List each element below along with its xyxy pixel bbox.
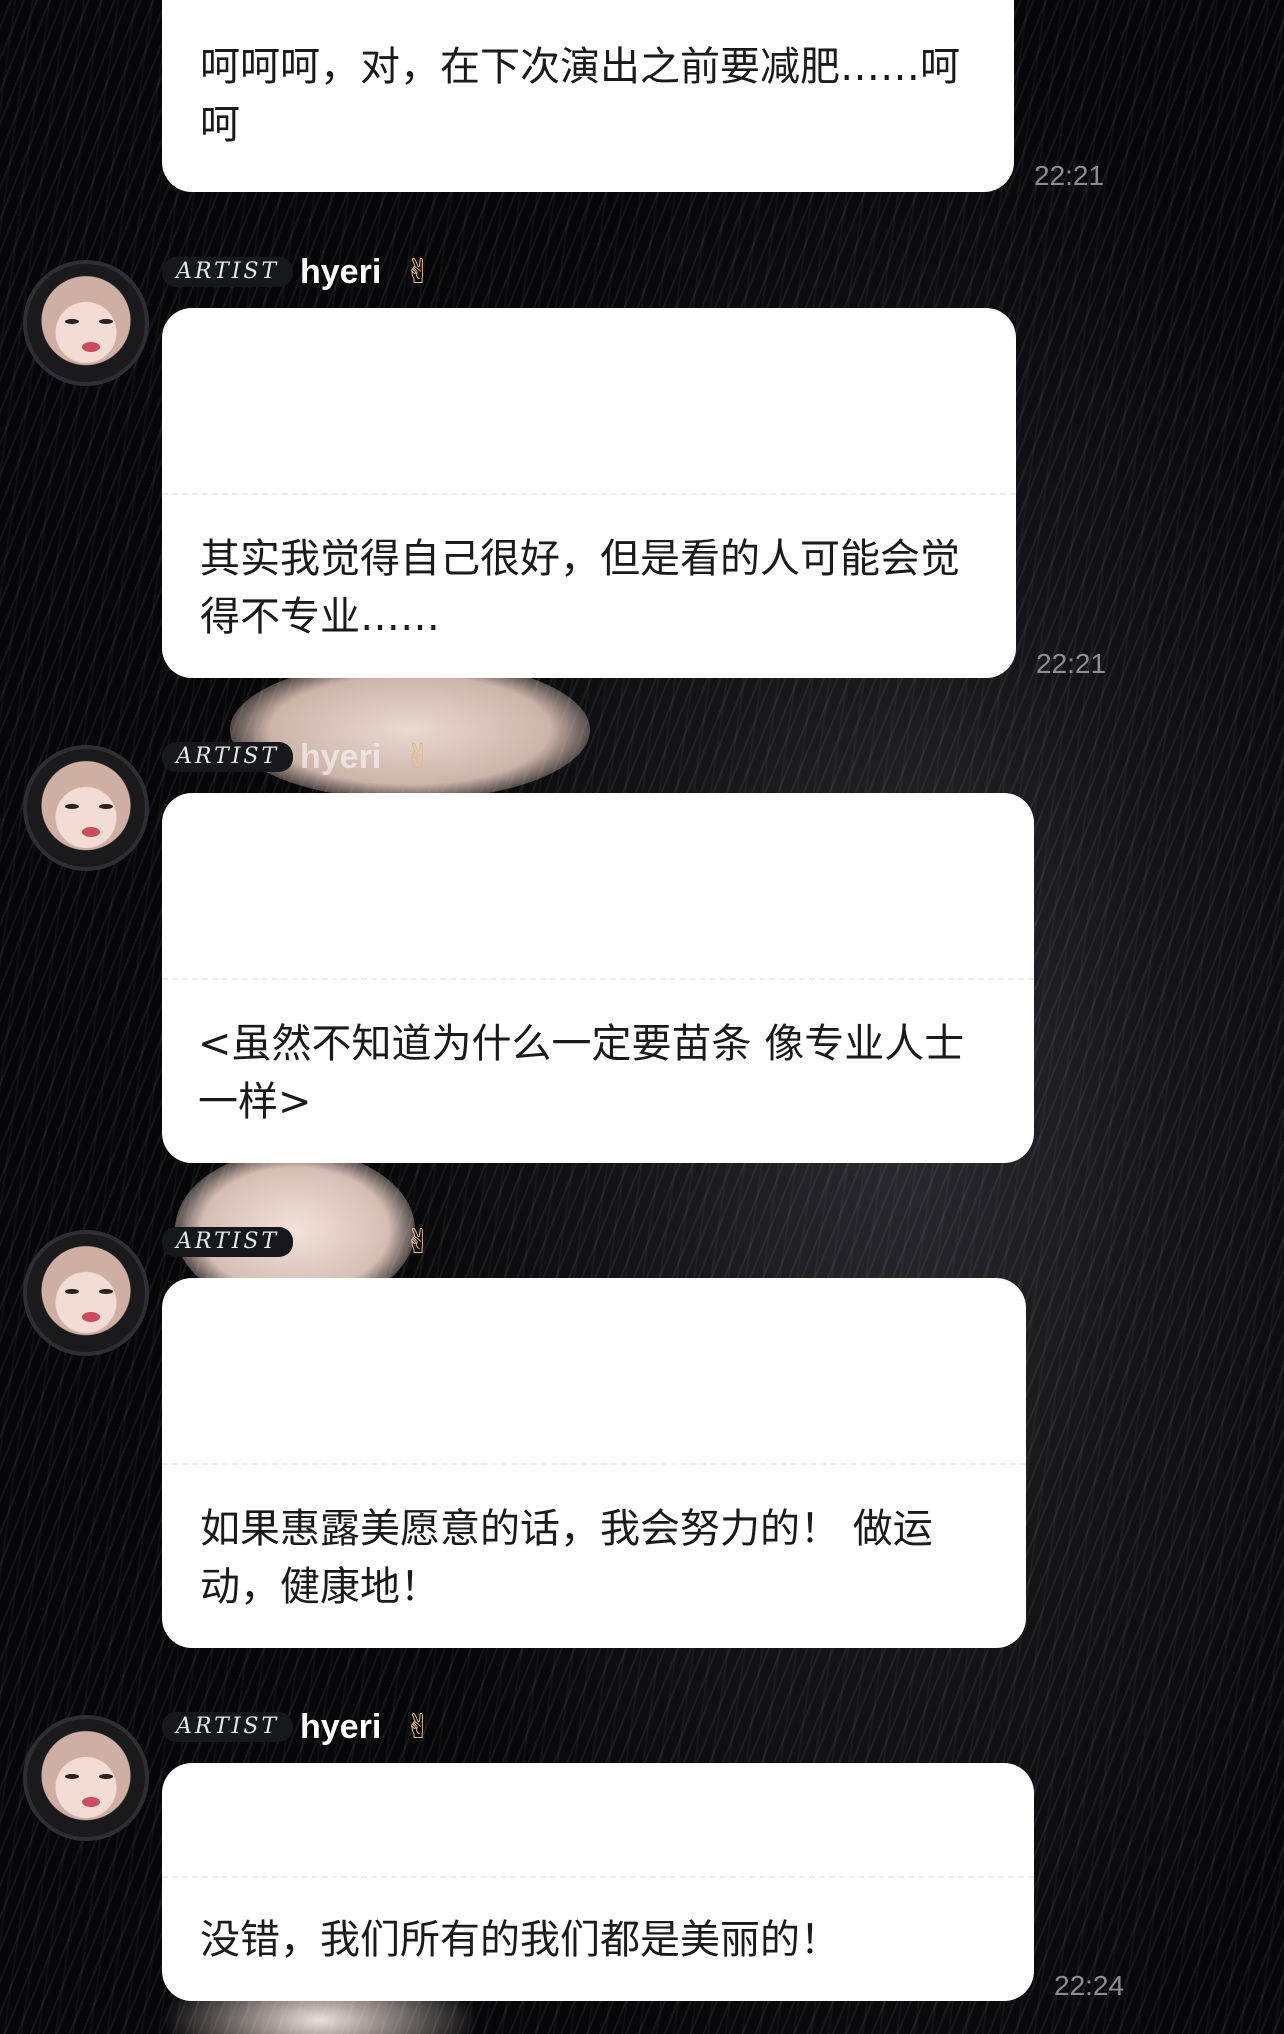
message-text: <虽然不知道为什么一定要苗条 像专业人士一样> (198, 1021, 965, 1125)
peace-sign-icon: ✌ (404, 737, 433, 777)
message-bubble[interactable]: 如果惠露美愿意的话，我会努力的！ 做运动，健康地！ (162, 1278, 1026, 1648)
avatar-eye (65, 804, 79, 809)
bubble-divider (162, 493, 1016, 495)
avatar-eye (99, 804, 113, 809)
message-time: 22:21 (1034, 160, 1105, 191)
message-bubble[interactable]: 没错，我们所有的我们都是美丽的！ (162, 1763, 1034, 2001)
message-text: 呵呵呵，对，在下次演出之前要减肥……呵呵 (200, 44, 960, 148)
message-bubble[interactable]: <虽然不知道为什么一定要苗条 像专业人士一样> (162, 793, 1034, 1163)
artist-badge: ARTIST (162, 257, 294, 287)
peace-sign-icon: ✌ (404, 252, 433, 292)
message-bubble[interactable]: 呵呵呵，对，在下次演出之前要减肥……呵呵 (162, 0, 1014, 192)
forehead-region (230, 660, 590, 800)
sender-name[interactable]: hyeri (300, 252, 381, 292)
sender-name[interactable]: hyeri (300, 737, 381, 777)
bubble-divider (162, 1876, 1034, 1878)
avatar[interactable] (23, 1230, 149, 1356)
message-text: 如果惠露美愿意的话，我会努力的！ 做运动，健康地！ (200, 1506, 933, 1610)
artist-badge: ARTIST (162, 1227, 294, 1257)
avatar-lips (82, 1797, 100, 1807)
avatar-eye (99, 1774, 113, 1779)
message-text: 其实我觉得自己很好，但是看的人可能会觉得不专业…… (200, 536, 960, 640)
bubble-divider (162, 1463, 1026, 1465)
avatar-lips (82, 342, 100, 352)
peace-sign-icon: ✌ (404, 1222, 433, 1262)
avatar-eye (99, 319, 113, 324)
message-time: 22:21 (1036, 648, 1107, 679)
artist-badge: ARTIST (162, 742, 294, 772)
avatar[interactable] (23, 745, 149, 871)
avatar[interactable] (23, 260, 149, 386)
avatar-eye (65, 1289, 79, 1294)
avatar-eye (65, 319, 79, 324)
message-bubble[interactable]: 其实我觉得自己很好，但是看的人可能会觉得不专业…… (162, 308, 1016, 678)
message-time: 22:24 (1054, 1970, 1125, 2001)
avatar-lips (82, 827, 100, 837)
peace-sign-icon: ✌ (404, 1707, 433, 1747)
message-text: 没错，我们所有的我们都是美丽的！ (200, 1917, 840, 1963)
sender-name[interactable]: hyeri (300, 1707, 381, 1747)
avatar-eye (99, 1289, 113, 1294)
avatar-lips (82, 1312, 100, 1322)
artist-badge: ARTIST (162, 1712, 294, 1742)
avatar[interactable] (23, 1715, 149, 1841)
avatar-eye (65, 1774, 79, 1779)
bubble-divider (162, 978, 1034, 980)
